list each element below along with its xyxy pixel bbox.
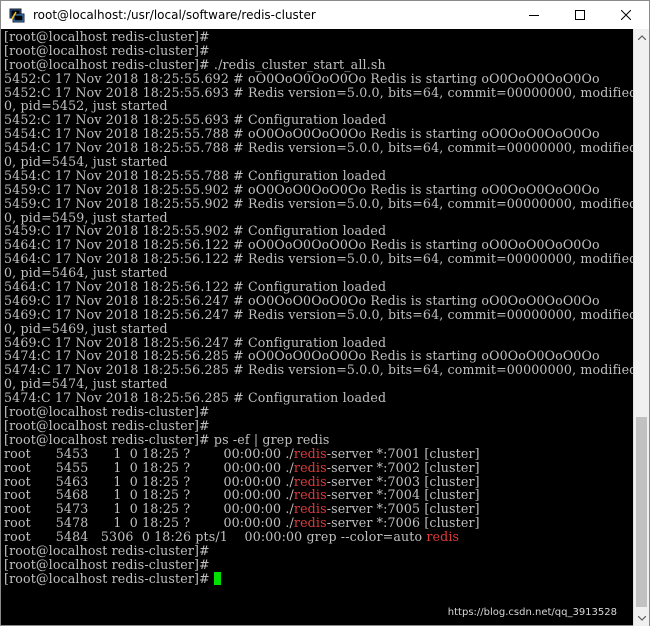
terminal-line: 5469:C 17 Nov 2018 18:25:56.247 # Config… [4, 334, 387, 350]
terminal-line: [root@localhost redis-cluster]# [4, 417, 210, 433]
terminal-line: 5452:C 17 Nov 2018 18:25:55.692 # oO0OoO… [4, 70, 600, 86]
terminal-line: 5464:C 17 Nov 2018 18:25:56.122 # oO0OoO… [4, 237, 600, 253]
terminal-line: 5474:C 17 Nov 2018 18:25:56.285 # Config… [4, 390, 387, 406]
process-row-text: root 5455 1 0 18:25 ? 00:00:00 ./ [4, 459, 294, 475]
terminal-line: 5474:C 17 Nov 2018 18:25:56.285 # Redis … [4, 362, 635, 378]
terminal-line: 5454:C 17 Nov 2018 18:25:55.788 # oO0OoO… [4, 126, 600, 142]
watermark-text: https://blog.csdn.net/qq_3913528 [447, 607, 617, 618]
terminal-line: [root@localhost redis-cluster]# ./redis_… [4, 56, 386, 72]
terminal-line: 5454:C 17 Nov 2018 18:25:55.788 # Redis … [4, 140, 635, 156]
shell-prompt: [root@localhost redis-cluster]# [4, 570, 214, 586]
terminal-line: 5452:C 17 Nov 2018 18:25:55.693 # Config… [4, 112, 387, 128]
window-controls [511, 1, 649, 29]
grep-match-highlight: redis [293, 501, 327, 517]
process-row-text: -server *:7002 [cluster] [326, 459, 480, 475]
scrollbar-thumb[interactable] [636, 417, 647, 607]
process-row-text: root 5484 5306 0 18:26 pts/1 00:00:00 gr… [4, 529, 427, 545]
scroll-up-button[interactable] [634, 29, 649, 45]
terminal-line: [root@localhost redis-cluster]# [4, 29, 210, 44]
terminal-line: [root@localhost redis-cluster]# [4, 542, 210, 558]
chevron-up-icon [637, 34, 646, 40]
terminal-line: 5464:C 17 Nov 2018 18:25:56.122 # Config… [4, 279, 387, 295]
close-icon [621, 10, 631, 20]
process-row: root 5455 1 0 18:25 ? 00:00:00 ./redis-s… [4, 459, 635, 475]
terminal-line: 5452:C 17 Nov 2018 18:25:55.693 # Redis … [4, 84, 635, 100]
process-row-text: root 5468 1 0 18:25 ? 00:00:00 ./ [4, 487, 294, 503]
terminal-line: 0, pid=5469, just started [4, 320, 168, 336]
terminal-line: 0, pid=5464, just started [4, 265, 168, 281]
terminal-line: 5459:C 17 Nov 2018 18:25:55.902 # Config… [4, 223, 387, 239]
terminal-line: 0, pid=5474, just started [4, 376, 168, 392]
grep-match-highlight: redis [293, 445, 327, 461]
terminal-line: [root@localhost redis-cluster]# [4, 404, 210, 420]
terminal-line: 5474:C 17 Nov 2018 18:25:56.285 # oO0OoO… [4, 348, 600, 364]
minimize-icon [529, 15, 539, 16]
grep-match-highlight: redis [293, 487, 327, 503]
terminal-line: [root@localhost redis-cluster]# [4, 556, 210, 572]
terminal-window: root@localhost:/usr/local/software/redis… [0, 0, 650, 626]
terminal-line: 5454:C 17 Nov 2018 18:25:55.788 # Config… [4, 167, 387, 183]
process-row-text: root 5478 1 0 18:25 ? 00:00:00 ./ [4, 515, 294, 531]
minimize-button[interactable] [511, 1, 557, 29]
terminal-line: 5459:C 17 Nov 2018 18:25:55.902 # oO0OoO… [4, 181, 600, 197]
chevron-down-icon [637, 615, 646, 621]
process-row: root 5478 1 0 18:25 ? 00:00:00 ./redis-s… [4, 516, 635, 530]
terminal-prompt-line: [root@localhost redis-cluster]# [4, 570, 635, 586]
putty-terminal-icon [9, 7, 25, 23]
grep-match-highlight: redis [293, 515, 327, 531]
text-cursor [213, 571, 221, 585]
close-button[interactable] [603, 1, 649, 29]
process-row-text: -server *:7006 [cluster] [326, 515, 480, 531]
terminal-line: 5464:C 17 Nov 2018 18:25:56.122 # Redis … [4, 251, 635, 267]
terminal-line: 5469:C 17 Nov 2018 18:25:56.247 # oO0OoO… [4, 292, 600, 308]
scroll-down-button[interactable] [634, 610, 649, 626]
terminal-line: 0, pid=5454, just started [4, 154, 168, 170]
process-row-text: -server *:7005 [cluster] [326, 501, 480, 517]
process-row-text: root 5473 1 0 18:25 ? 00:00:00 ./ [4, 501, 294, 517]
window-title: root@localhost:/usr/local/software/redis… [33, 8, 316, 22]
process-row: root 5473 1 0 18:25 ? 00:00:00 ./redis-s… [4, 502, 635, 516]
grep-match-highlight: redis [293, 473, 327, 489]
terminal-line: 0, pid=5459, just started [4, 209, 168, 225]
process-row: root 5463 1 0 18:25 ? 00:00:00 ./redis-s… [4, 473, 635, 489]
maximize-button[interactable] [557, 1, 603, 29]
terminal-line: 5469:C 17 Nov 2018 18:25:56.247 # Redis … [4, 306, 635, 322]
terminal-line: 0, pid=5452, just started [4, 98, 168, 114]
terminal-line: [root@localhost redis-cluster]# [4, 42, 210, 58]
process-row: root 5484 5306 0 18:26 pts/1 00:00:00 gr… [4, 530, 635, 544]
process-row-text: root 5463 1 0 18:25 ? 00:00:00 ./ [4, 473, 294, 489]
process-row-text: -server *:7004 [cluster] [326, 487, 480, 503]
terminal-line: [root@localhost redis-cluster]# ps -ef |… [4, 431, 330, 447]
maximize-icon [575, 10, 585, 20]
grep-match-highlight: redis [293, 459, 327, 475]
process-row-text: -server *:7001 [cluster] [326, 445, 480, 461]
vertical-scrollbar[interactable] [633, 29, 649, 626]
process-row-text: root 5453 1 0 18:25 ? 00:00:00 ./ [4, 445, 294, 461]
title-bar[interactable]: root@localhost:/usr/local/software/redis… [1, 1, 649, 29]
process-row: root 5453 1 0 18:25 ? 00:00:00 ./redis-s… [4, 445, 635, 461]
terminal-text: [root@localhost redis-cluster]# [root@loc… [4, 30, 635, 586]
process-row: root 5468 1 0 18:25 ? 00:00:00 ./redis-s… [4, 488, 635, 502]
grep-match-highlight: redis [426, 529, 460, 545]
terminal-output-area[interactable]: [root@localhost redis-cluster]# [root@loc… [1, 29, 635, 625]
process-row-text: -server *:7003 [cluster] [326, 473, 480, 489]
terminal-line: 5459:C 17 Nov 2018 18:25:55.902 # Redis … [4, 195, 635, 211]
